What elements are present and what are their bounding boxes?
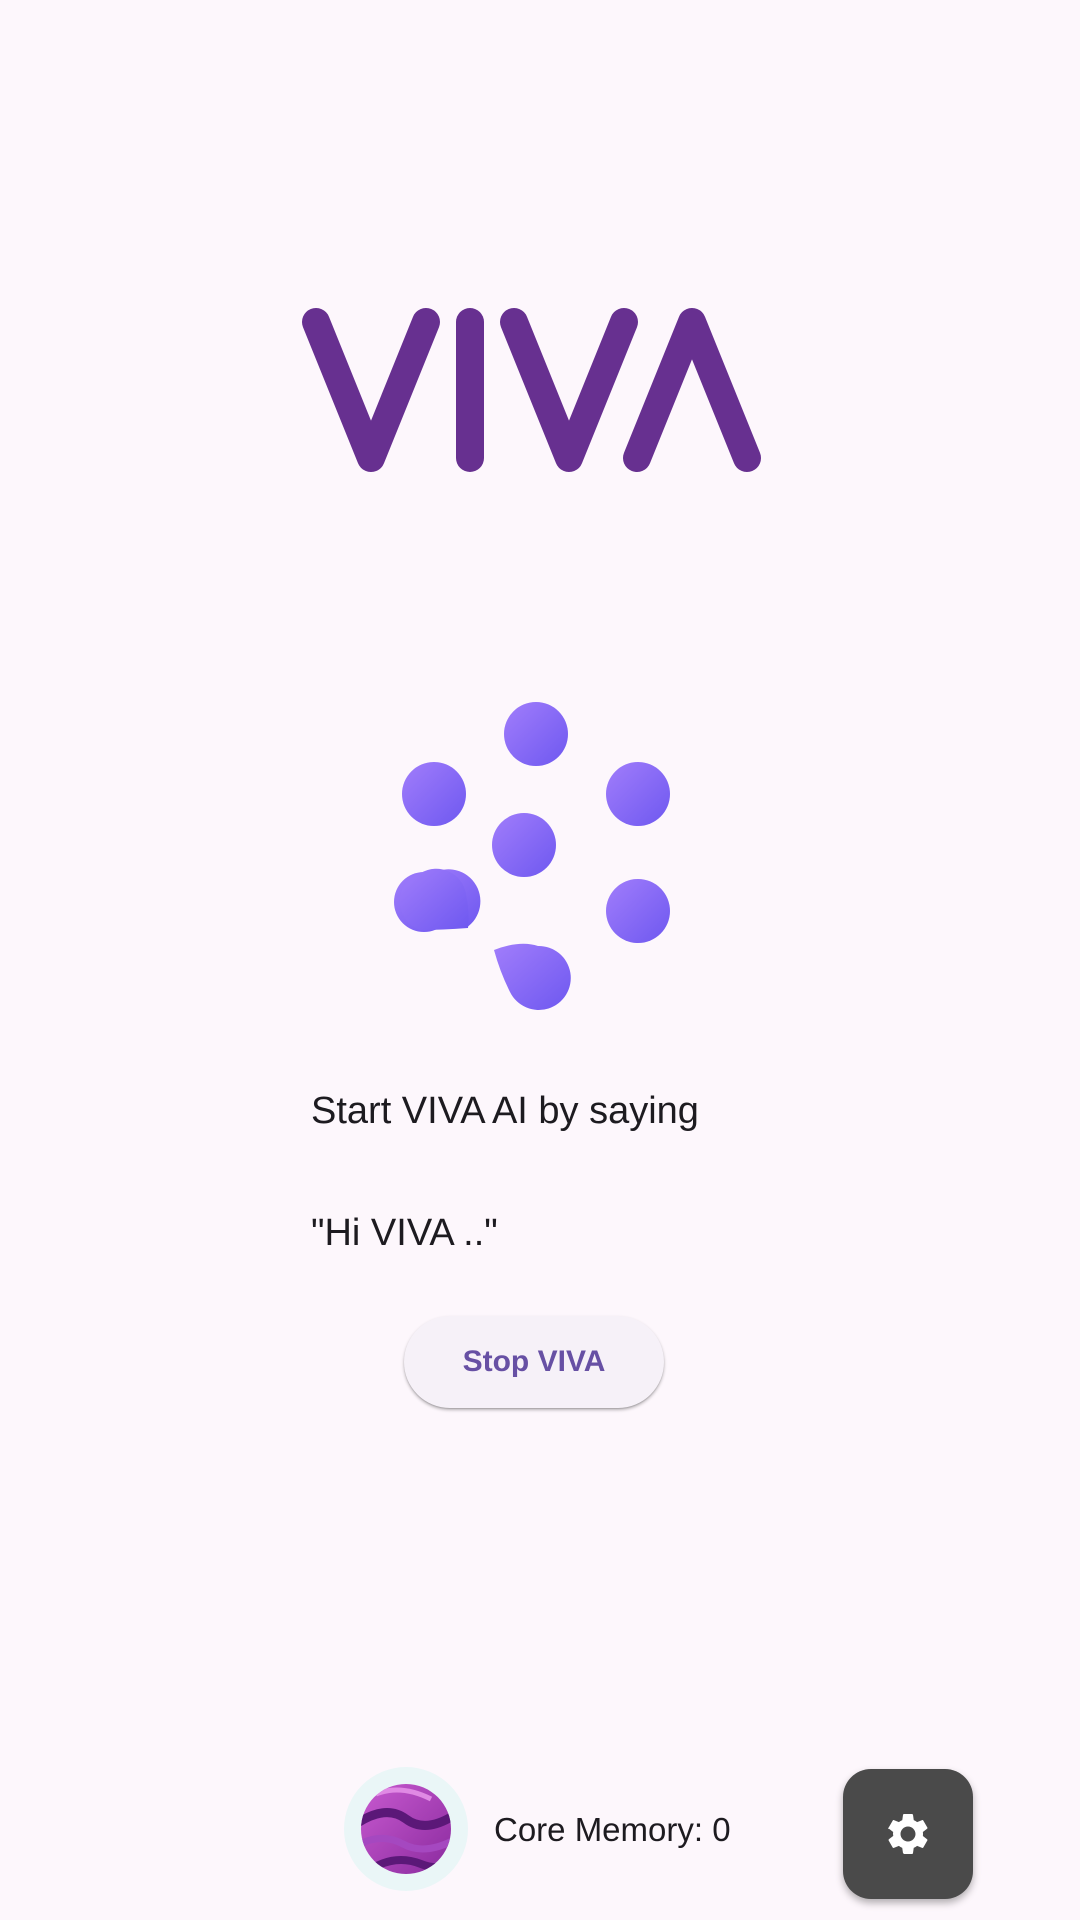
ai-orb: [380, 692, 680, 1012]
ai-dots-orb-icon: [394, 702, 670, 1010]
settings-button[interactable]: [843, 1769, 973, 1899]
core-memory-label: Core Memory:: [494, 1811, 713, 1848]
core-memory-status: Core Memory: 0: [494, 1811, 731, 1849]
wake-phrase-text: "Hi VIVA ..": [311, 1212, 498, 1254]
memory-avatar[interactable]: [344, 1767, 468, 1891]
gear-icon: [887, 1814, 928, 1854]
memory-avatar-icon: [361, 1784, 451, 1874]
core-memory-count: 0: [712, 1811, 731, 1848]
start-instruction-text: Start VIVA AI by saying: [311, 1090, 699, 1132]
viva-logo-icon: [302, 308, 761, 472]
home-screen: { "app": { "logo_text": "VIVA", "accent_…: [0, 0, 1080, 1920]
stop-viva-button[interactable]: Stop VIVA: [404, 1316, 664, 1408]
viva-logo: [292, 300, 772, 488]
